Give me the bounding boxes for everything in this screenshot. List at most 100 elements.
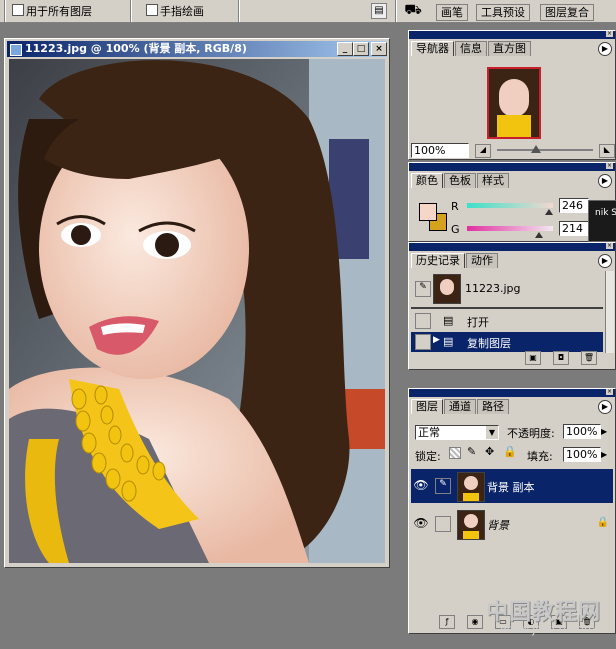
tab-layer-comps[interactable]: 图层复合 [540,4,594,21]
tab-paths[interactable]: 路径 [477,399,509,414]
palette-titlebar[interactable]: × [409,163,615,171]
palette-well-icon[interactable]: ⛟ [403,2,423,20]
layer-thumbnail [457,510,485,540]
separator [238,0,240,22]
zoom-in-icon[interactable]: ◣ [599,144,615,158]
history-state-checkbox[interactable] [415,334,431,350]
minimize-button[interactable]: _ [337,42,353,56]
history-snapshot-row[interactable]: ✎ 11223.jpg [411,271,603,309]
chevron-down-icon[interactable]: ▼ [486,426,498,439]
finger-painting-checkbox[interactable] [146,4,158,16]
history-brush-icon: ✎ [415,281,431,297]
maximize-button[interactable]: □ [353,42,369,56]
foreground-color-swatch[interactable] [419,203,437,221]
snapshot-thumbnail [433,274,461,304]
g-slider-handle[interactable] [535,232,543,238]
zoom-out-icon[interactable]: ◢ [475,144,491,158]
tab-layers[interactable]: 图层 [411,399,443,414]
r-value-field[interactable]: 246 [559,198,589,213]
link-box[interactable] [435,516,451,532]
fill-arrow-icon[interactable]: ▶ [601,450,607,459]
history-current-arrow-icon: ▶ [433,335,440,345]
layer-style-icon[interactable]: ƒ [439,615,455,629]
palette-close-icon[interactable]: × [606,31,613,37]
tab-swatches[interactable]: 色板 [444,173,476,188]
color-palette: × 颜色 色板 样式 ▶ R 246 G 214 [408,162,616,242]
fill-field[interactable]: 100% [563,447,601,462]
thumbnail-face [499,79,529,117]
palette-menu-icon[interactable]: ▶ [598,42,612,56]
palette-close-icon[interactable]: × [606,163,613,169]
fill-label: 填充: [527,450,553,463]
eye-icon[interactable]: 👁 [413,516,429,532]
opacity-arrow-icon[interactable]: ▶ [601,427,607,436]
g-channel-label: G [451,223,460,236]
blend-mode-select[interactable]: 正常 ▼ [415,425,499,440]
tab-color[interactable]: 颜色 [411,173,443,188]
close-button[interactable]: × [371,42,387,56]
navigator-tabs: 导航器 信息 直方图 [411,41,532,57]
palette-menu-icon[interactable]: ▶ [598,174,612,188]
r-slider[interactable] [467,203,553,208]
palette-menu-icon[interactable]: ▶ [598,254,612,268]
photoshop-doc-icon [10,44,22,56]
tab-styles[interactable]: 样式 [477,173,509,188]
layer-mask-icon[interactable]: ◉ [467,615,483,629]
r-channel-label: R [451,200,459,213]
opacity-label: 不透明度: [507,427,555,440]
g-slider[interactable] [467,226,553,231]
new-snapshot-icon[interactable]: ◘ [553,351,569,365]
tab-navigator[interactable]: 导航器 [411,41,454,56]
palette-close-icon[interactable]: × [606,389,613,395]
snapshot-name: 11223.jpg [465,282,521,295]
zoom-slider-handle[interactable] [531,145,541,153]
tab-brushes[interactable]: 画笔 [436,4,468,21]
use-all-layers-checkbox[interactable] [12,4,24,16]
document-title: 11223.jpg @ 100% (背景 副本, RGB/8) [25,42,247,55]
navigator-thumbnail[interactable] [487,67,541,139]
lock-icon: 🔒 [596,517,609,528]
zoom-slider-track[interactable] [497,149,593,151]
layer-row-selected[interactable]: 👁 ✎ 背景 副本 [411,469,613,503]
tab-info[interactable]: 信息 [455,41,487,56]
opacity-field[interactable]: 100% [563,424,601,439]
history-scrollbar[interactable] [605,271,614,353]
history-tabs: 历史记录 动作 [411,253,499,269]
new-document-from-state-icon[interactable]: ▣ [525,351,541,365]
lock-move-icon[interactable]: ✥ [485,445,494,458]
layer-row[interactable]: 👁 背景 🔒 [411,507,613,541]
brush-link-icon[interactable]: ✎ [435,478,451,494]
tab-tool-presets[interactable]: 工具预设 [476,4,530,21]
image-canvas[interactable] [9,59,385,563]
palette-menu-icon[interactable]: ▶ [598,400,612,414]
layer-thumbnail [457,472,485,502]
separator [130,0,132,22]
palette-titlebar[interactable]: × [409,243,615,251]
zoom-field[interactable]: 100% [411,143,469,158]
lock-paint-icon[interactable]: ✎ [467,445,476,458]
lock-all-icon[interactable]: 🔒 [503,445,517,458]
palette-titlebar[interactable]: × [409,31,615,39]
history-item[interactable]: ▤ 打开 [411,311,603,331]
tab-actions[interactable]: 动作 [466,253,498,268]
layer-name: 背景 [487,519,509,532]
trash-icon[interactable]: 🗑 [581,351,597,365]
tab-history[interactable]: 历史记录 [411,253,465,268]
overlay-window-label: nik S [595,208,616,218]
history-item-selected[interactable]: ▶ ▤ 复制图层 [411,332,603,352]
history-item-label: 打开 [467,316,489,329]
tab-histogram[interactable]: 直方图 [488,41,531,56]
tab-channels[interactable]: 通道 [444,399,476,414]
r-slider-handle[interactable] [545,209,553,215]
lock-label: 锁定: [415,450,441,463]
document-icon[interactable]: ▤ [371,3,387,19]
palette-titlebar[interactable]: × [409,389,615,397]
overlay-window[interactable]: nik S [588,200,616,242]
eye-icon[interactable]: 👁 [413,478,429,494]
blend-mode-value: 正常 [418,426,440,439]
palette-close-icon[interactable]: × [606,243,613,249]
document-title-bar[interactable]: 11223.jpg @ 100% (背景 副本, RGB/8) _ □ × [7,41,387,57]
history-state-checkbox[interactable] [415,313,431,329]
g-value-field[interactable]: 214 [559,221,589,236]
lock-transparency-icon[interactable] [449,447,461,459]
